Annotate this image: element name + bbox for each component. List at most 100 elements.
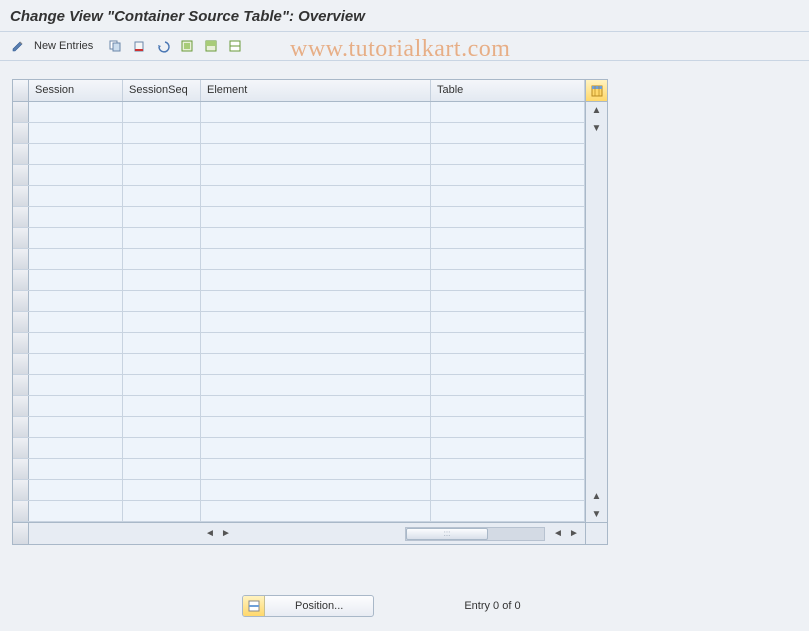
cell-element[interactable] <box>201 501 431 521</box>
table-settings-icon[interactable] <box>585 80 607 101</box>
cell-session[interactable] <box>29 375 123 395</box>
scroll-down-icon[interactable]: ▼ <box>586 506 607 522</box>
cell-element[interactable] <box>201 270 431 290</box>
row-selector[interactable] <box>13 270 29 290</box>
cell-sessionseq[interactable] <box>123 396 201 416</box>
vertical-scrollbar[interactable]: ▲ ▼ ▲ ▼ <box>585 102 607 522</box>
row-selector[interactable] <box>13 186 29 206</box>
cell-sessionseq[interactable] <box>123 291 201 311</box>
cell-element[interactable] <box>201 375 431 395</box>
cell-sessionseq[interactable] <box>123 186 201 206</box>
cell-table[interactable] <box>431 501 585 521</box>
cell-sessionseq[interactable] <box>123 207 201 227</box>
cell-session[interactable] <box>29 123 123 143</box>
scroll-left-icon[interactable]: ◄ <box>203 527 217 541</box>
row-selector[interactable] <box>13 312 29 332</box>
cell-sessionseq[interactable] <box>123 102 201 122</box>
cell-session[interactable] <box>29 396 123 416</box>
scroll-down-icon[interactable]: ▼ <box>586 120 607 136</box>
cell-table[interactable] <box>431 249 585 269</box>
column-header-element[interactable]: Element <box>201 80 431 101</box>
row-selector[interactable] <box>13 375 29 395</box>
row-selector[interactable] <box>13 354 29 374</box>
cell-table[interactable] <box>431 123 585 143</box>
cell-element[interactable] <box>201 438 431 458</box>
cell-session[interactable] <box>29 417 123 437</box>
scroll-right-icon[interactable]: ► <box>219 527 233 541</box>
cell-element[interactable] <box>201 396 431 416</box>
row-selector[interactable] <box>13 438 29 458</box>
row-selector[interactable] <box>13 144 29 164</box>
hscroll-thumb[interactable]: ::: <box>406 528 488 540</box>
hscroll-track[interactable]: ::: <box>405 527 545 541</box>
horizontal-scrollbar[interactable]: ◄ ► ::: ◄ ► <box>29 523 585 544</box>
cell-element[interactable] <box>201 186 431 206</box>
cell-sessionseq[interactable] <box>123 354 201 374</box>
row-selector[interactable] <box>13 396 29 416</box>
row-selector[interactable] <box>13 102 29 122</box>
cell-element[interactable] <box>201 354 431 374</box>
cell-element[interactable] <box>201 144 431 164</box>
cell-element[interactable] <box>201 102 431 122</box>
cell-element[interactable] <box>201 459 431 479</box>
cell-session[interactable] <box>29 501 123 521</box>
cell-session[interactable] <box>29 291 123 311</box>
cell-session[interactable] <box>29 480 123 500</box>
cell-element[interactable] <box>201 123 431 143</box>
cell-element[interactable] <box>201 312 431 332</box>
cell-element[interactable] <box>201 417 431 437</box>
cell-table[interactable] <box>431 312 585 332</box>
row-selector[interactable] <box>13 459 29 479</box>
cell-element[interactable] <box>201 291 431 311</box>
cell-table[interactable] <box>431 396 585 416</box>
row-selector[interactable] <box>13 501 29 521</box>
cell-sessionseq[interactable] <box>123 480 201 500</box>
cell-sessionseq[interactable] <box>123 144 201 164</box>
select-block-icon[interactable] <box>201 36 221 56</box>
cell-sessionseq[interactable] <box>123 375 201 395</box>
cell-sessionseq[interactable] <box>123 312 201 332</box>
row-selector[interactable] <box>13 165 29 185</box>
cell-session[interactable] <box>29 249 123 269</box>
toggle-display-change-icon[interactable] <box>8 36 28 56</box>
cell-session[interactable] <box>29 354 123 374</box>
row-selector[interactable] <box>13 123 29 143</box>
cell-element[interactable] <box>201 249 431 269</box>
scroll-right-icon[interactable]: ► <box>567 527 581 541</box>
cell-sessionseq[interactable] <box>123 417 201 437</box>
row-selector[interactable] <box>13 228 29 248</box>
cell-sessionseq[interactable] <box>123 438 201 458</box>
row-selector[interactable] <box>13 291 29 311</box>
cell-table[interactable] <box>431 417 585 437</box>
cell-table[interactable] <box>431 291 585 311</box>
cell-sessionseq[interactable] <box>123 165 201 185</box>
cell-session[interactable] <box>29 207 123 227</box>
cell-element[interactable] <box>201 165 431 185</box>
cell-sessionseq[interactable] <box>123 270 201 290</box>
cell-table[interactable] <box>431 354 585 374</box>
cell-session[interactable] <box>29 186 123 206</box>
row-selector[interactable] <box>13 417 29 437</box>
scroll-left-icon[interactable]: ◄ <box>551 527 565 541</box>
cell-table[interactable] <box>431 438 585 458</box>
cell-session[interactable] <box>29 228 123 248</box>
scroll-up-icon[interactable]: ▲ <box>586 102 607 118</box>
deselect-all-icon[interactable] <box>225 36 245 56</box>
cell-table[interactable] <box>431 375 585 395</box>
cell-sessionseq[interactable] <box>123 123 201 143</box>
cell-table[interactable] <box>431 459 585 479</box>
row-selector[interactable] <box>13 207 29 227</box>
cell-table[interactable] <box>431 144 585 164</box>
cell-table[interactable] <box>431 480 585 500</box>
column-header-sessionseq[interactable]: SessionSeq <box>123 80 201 101</box>
cell-session[interactable] <box>29 438 123 458</box>
cell-session[interactable] <box>29 333 123 353</box>
cell-table[interactable] <box>431 270 585 290</box>
cell-table[interactable] <box>431 102 585 122</box>
cell-table[interactable] <box>431 165 585 185</box>
cell-element[interactable] <box>201 333 431 353</box>
row-selector[interactable] <box>13 249 29 269</box>
new-entries-button[interactable]: New Entries <box>32 37 101 55</box>
cell-session[interactable] <box>29 165 123 185</box>
cell-element[interactable] <box>201 228 431 248</box>
